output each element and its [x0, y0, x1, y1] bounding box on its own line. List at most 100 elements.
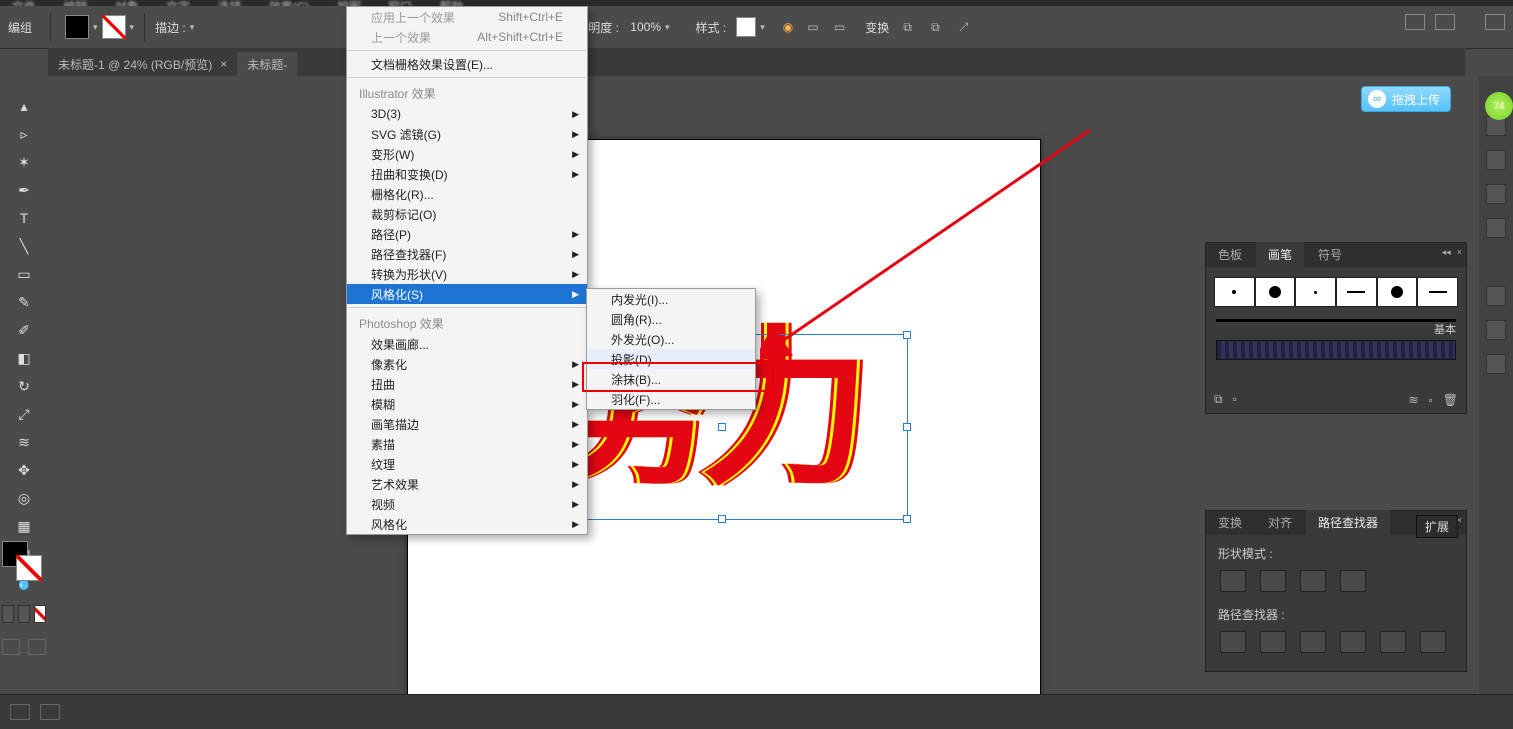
menu-pathfinder[interactable]: 路径查找器(F)▶	[347, 244, 587, 264]
style-control[interactable]: 样式 : ▾	[696, 17, 765, 37]
magic-wand-tool-icon[interactable]: ✶	[14, 152, 34, 172]
divide-icon[interactable]	[1220, 631, 1246, 653]
screen-mode-icon[interactable]	[40, 704, 60, 720]
pencil-tool-icon[interactable]: ✐	[14, 320, 34, 340]
misc-icons[interactable]: ⧉ ⧉ ↗	[903, 20, 976, 35]
status-badge[interactable]: 74	[1485, 92, 1513, 120]
merge-icon[interactable]	[1300, 631, 1326, 653]
panel-tab-brushes[interactable]: 画笔	[1256, 242, 1304, 267]
brush-preset[interactable]	[1295, 277, 1336, 307]
panel-icon[interactable]	[1486, 320, 1506, 340]
mesh-tool-icon[interactable]: ▦	[14, 516, 34, 536]
stroke-indicator[interactable]	[16, 555, 42, 581]
line-tool-icon[interactable]: ╲	[14, 236, 34, 256]
document-tab-2[interactable]: 未标题-	[237, 52, 297, 76]
menu-stylize[interactable]: 风格化(S)▶	[347, 284, 587, 304]
fill-stroke-indicator[interactable]	[2, 541, 42, 581]
panel-icon[interactable]	[1486, 354, 1506, 374]
minus-back-icon[interactable]	[1420, 631, 1446, 653]
panel-tab-align[interactable]: 对齐	[1256, 510, 1304, 535]
panel-icon[interactable]	[1486, 286, 1506, 306]
submenu-outer-glow[interactable]: 外发光(O)...	[587, 329, 755, 349]
panel-icon[interactable]	[1486, 184, 1506, 204]
panel-icon[interactable]	[1486, 218, 1506, 238]
submenu-scribble[interactable]: 涂抹(B)...	[587, 369, 755, 389]
brush-preset[interactable]	[1377, 277, 1418, 307]
menu-brush-strokes[interactable]: 画笔描边▶	[347, 414, 587, 434]
document-tab-1[interactable]: 未标题-1 @ 24% (RGB/预览) ×	[48, 52, 237, 76]
color-mode-icon[interactable]	[2, 605, 14, 623]
menu-convert-to-shape[interactable]: 转换为形状(V)▶	[347, 264, 587, 284]
type-tool-icon[interactable]: T	[14, 208, 34, 228]
brush-preset-row[interactable]	[1214, 277, 1458, 307]
trim-icon[interactable]	[1260, 631, 1286, 653]
screen-mode-icon[interactable]	[2, 639, 20, 655]
new-icon[interactable]: ▫	[1233, 392, 1237, 407]
chevron-down-icon[interactable]: ▾	[760, 22, 765, 33]
brush-preset[interactable]	[1417, 277, 1458, 307]
panel-collapse-icon[interactable]: ◂◂	[1442, 247, 1451, 258]
panel-tab-transform[interactable]: 变换	[1206, 510, 1254, 535]
library-icon[interactable]: ⧉	[1214, 392, 1223, 407]
pattern-brush-row[interactable]	[1216, 340, 1456, 360]
menu-3d[interactable]: 3D(3)▶	[347, 104, 587, 124]
menu-effect-gallery[interactable]: 效果画廊...	[347, 334, 587, 354]
exclude-icon[interactable]	[1340, 570, 1366, 592]
selection-tool-icon[interactable]: ▴	[14, 96, 34, 116]
expand-button[interactable]: 扩展	[1416, 515, 1458, 538]
paintbrush-tool-icon[interactable]: ✎	[14, 292, 34, 312]
panel-toggle-icon[interactable]	[1405, 14, 1425, 30]
menu-path[interactable]: 路径(P)▶	[347, 224, 587, 244]
submenu-round-corners[interactable]: 圆角(R)...	[587, 309, 755, 329]
menu-video[interactable]: 视频▶	[347, 494, 587, 514]
unite-icon[interactable]	[1220, 570, 1246, 592]
direct-selection-tool-icon[interactable]: ▹	[14, 124, 34, 144]
menu-warp[interactable]: 变形(W)▶	[347, 144, 587, 164]
brush-preset[interactable]	[1214, 277, 1255, 307]
fill-chevron-icon[interactable]: ▾	[93, 22, 98, 33]
menu-sketch[interactable]: 素描▶	[347, 434, 587, 454]
close-icon[interactable]: ×	[1457, 247, 1462, 258]
brushes-panel[interactable]: ◂◂× 色板 画笔 符号 基本 ⧉ ▫ ≋ ▫ 🗑	[1205, 242, 1467, 414]
width-tool-icon[interactable]: ≋	[14, 432, 34, 452]
transform-link[interactable]: 变换	[865, 19, 889, 36]
menu-distort-transform[interactable]: 扭曲和变换(D)▶	[347, 164, 587, 184]
opacity-value[interactable]: 100%	[630, 20, 661, 34]
rectangle-tool-icon[interactable]: ▭	[14, 264, 34, 284]
new-brush-icon[interactable]: ▫	[1429, 393, 1433, 407]
panel-tab-symbols[interactable]: 符号	[1306, 242, 1354, 267]
menu-texture[interactable]: 纹理▶	[347, 454, 587, 474]
brush-preset[interactable]	[1336, 277, 1377, 307]
menu-crop-marks[interactable]: 裁剪标记(O)	[347, 204, 587, 224]
crop-icon[interactable]	[1340, 631, 1366, 653]
none-mode-icon[interactable]	[34, 605, 46, 623]
rotate-tool-icon[interactable]: ↻	[14, 376, 34, 396]
stylize-submenu[interactable]: 内发光(I)... 圆角(R)... 外发光(O)... 投影(D)... 涂抹…	[586, 288, 756, 410]
screen-mode-icon[interactable]	[28, 639, 46, 655]
brush-preset[interactable]	[1255, 277, 1296, 307]
menu-rasterize[interactable]: 栅格化(R)...	[347, 184, 587, 204]
panel-tab-swatches[interactable]: 色板	[1206, 242, 1254, 267]
chevron-down-icon[interactable]: ▾	[665, 22, 670, 33]
panel-icon[interactable]	[1486, 150, 1506, 170]
options-icon[interactable]: ≋	[1408, 393, 1418, 407]
trash-icon[interactable]: 🗑	[1443, 393, 1458, 407]
minus-front-icon[interactable]	[1260, 570, 1286, 592]
pathfinder-panel[interactable]: ◂◂× 变换 对齐 路径查找器 形状模式 : 扩展 路径查找器 :	[1205, 510, 1467, 672]
menu-svg-filters[interactable]: SVG 滤镜(G)▶	[347, 124, 587, 144]
brush-stroke-preview[interactable]	[1216, 319, 1456, 322]
menu-stylize2[interactable]: 风格化▶	[347, 514, 587, 534]
submenu-feather[interactable]: 羽化(F)...	[587, 389, 755, 409]
screen-mode-icon[interactable]	[10, 704, 30, 720]
stroke-swatch[interactable]	[102, 15, 126, 39]
panel-tab-pathfinder[interactable]: 路径查找器	[1306, 510, 1390, 535]
chevron-down-icon[interactable]: ▾	[190, 22, 195, 33]
panel-toggle-icon[interactable]	[1435, 14, 1455, 30]
menu-blur[interactable]: 模糊▶	[347, 394, 587, 414]
cloud-upload-button[interactable]: ∞ 拖拽上传	[1361, 86, 1451, 112]
shape-builder-tool-icon[interactable]: ◎	[14, 488, 34, 508]
menu-pixelate[interactable]: 像素化▶	[347, 354, 587, 374]
close-icon[interactable]: ×	[220, 57, 227, 71]
pen-tool-icon[interactable]: ✒	[14, 180, 34, 200]
stroke-chevron-icon[interactable]: ▾	[130, 22, 135, 33]
